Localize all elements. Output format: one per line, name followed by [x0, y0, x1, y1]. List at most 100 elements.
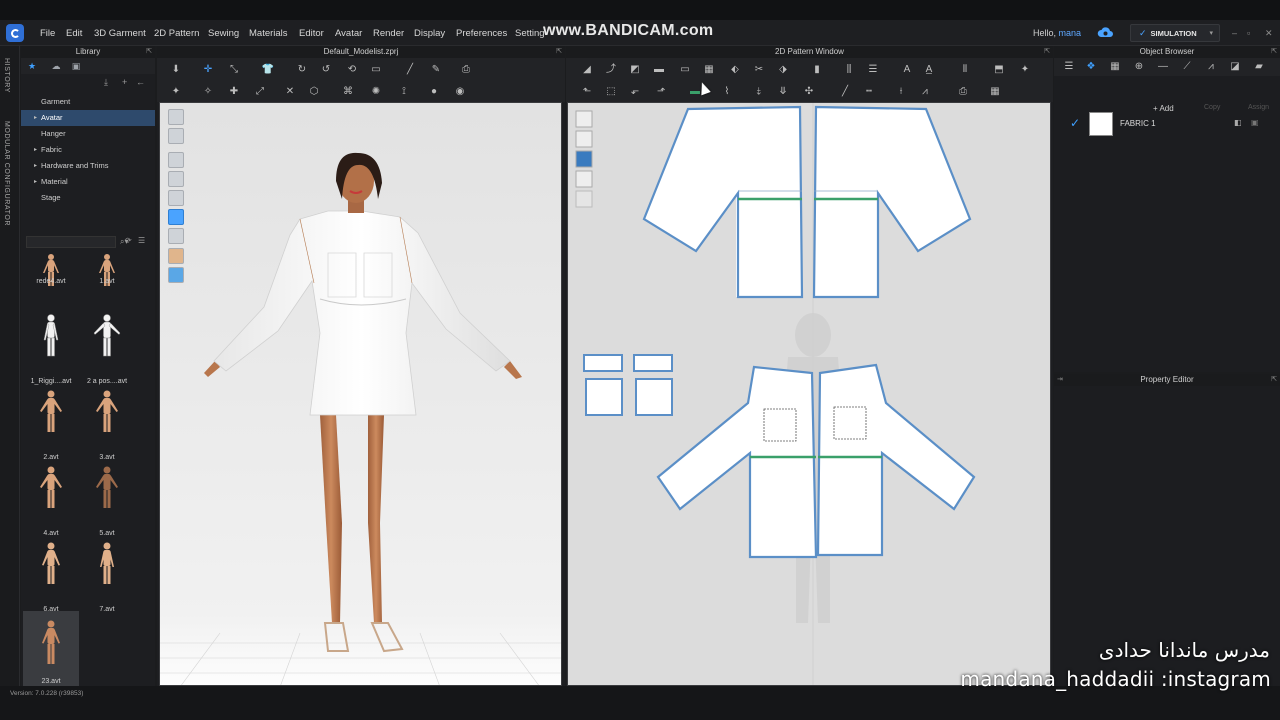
zigzag-tab-icon[interactable]: ⩘ [1204, 61, 1218, 73]
maximize-icon[interactable]: ▫ [1247, 28, 1250, 38]
menu-display[interactable]: Display [414, 28, 445, 39]
text-edit-icon[interactable]: A̲ [922, 64, 936, 76]
button-icon[interactable]: ⊕ [1132, 61, 1146, 73]
trim-tab-icon[interactable]: ◪ [1228, 61, 1242, 73]
cloud-icon[interactable] [1097, 26, 1113, 39]
add-icon[interactable]: + [122, 77, 127, 87]
view-list-icon[interactable]: ☰ [138, 236, 145, 245]
fabric-tab-icon[interactable]: ❖ [1084, 61, 1098, 73]
simulation-mode-button[interactable]: ✓ SIMULATION ▾ [1130, 24, 1220, 42]
lock-icon[interactable]: ▣ [71, 61, 81, 71]
check-icon[interactable]: ✓ [1070, 116, 1080, 130]
dart-icon[interactable]: ⬐ [628, 86, 642, 98]
pattern-arrange-icon[interactable]: ⬑ [580, 86, 594, 98]
trim-icon[interactable]: ⤋ [776, 86, 790, 98]
minimize-icon[interactable]: – [1232, 28, 1237, 38]
pattern-grid-icon[interactable]: ▦ [1108, 61, 1122, 73]
select-move-icon[interactable]: ⬇ [169, 64, 183, 76]
username[interactable]: mana [1059, 28, 1082, 38]
undock-icon[interactable]: ⇱ [1271, 374, 1277, 386]
download-icon[interactable]: ⤓ [104, 77, 108, 88]
avatar-thumbnail[interactable]: 6.avt [23, 539, 79, 613]
tree-item-hardware-and-trims[interactable]: ▸ Hardware and Trims [21, 158, 155, 174]
avatar-thumbnail[interactable]: 3.avt [79, 387, 135, 461]
expand-arrow-icon[interactable]: ▸ [34, 142, 37, 158]
avatar-thumbnail[interactable]: 5.avt [79, 463, 135, 537]
arrangement-icon[interactable]: ✧ [201, 86, 215, 98]
avatar-pose-icon[interactable]: ✦ [169, 86, 183, 98]
elastic-icon[interactable]: ⫼ [842, 64, 856, 76]
garment-icon[interactable]: 👕 [261, 64, 275, 76]
camera-icon[interactable]: ⎙ [956, 86, 970, 98]
button-tool-icon[interactable]: ⬡ [307, 86, 321, 98]
fold-icon[interactable]: ⌇ [720, 86, 734, 98]
snapshot-icon[interactable]: ⎙ [459, 64, 473, 76]
topstitch-tab-icon[interactable]: ⟋ [1180, 61, 1194, 73]
tree-item-hanger[interactable]: Hanger [21, 126, 155, 142]
list-view-icon[interactable]: ☰ [1062, 61, 1076, 73]
menu-3d-garment[interactable]: 3D Garment [94, 28, 146, 39]
edit-point-icon[interactable]: ⤴ [604, 64, 618, 76]
fabric-list-item[interactable]: ✓ FABRIC 1 ◧ ▣ [1054, 110, 1280, 138]
fabric-edit-icon[interactable]: ◧ [1234, 118, 1242, 127]
text-icon[interactable]: A [900, 64, 914, 76]
undock-icon[interactable]: ⇱ [146, 46, 152, 58]
tack-icon[interactable]: ↻ [295, 64, 309, 76]
menu-edit[interactable]: Edit [66, 28, 82, 39]
pin-icon[interactable]: ✕ [283, 86, 297, 98]
avatar-thumbnail[interactable]: 1_Riggi....avt [23, 311, 79, 385]
menu-sewing[interactable]: Sewing [208, 28, 239, 39]
internal-polygon-icon[interactable]: ▦ [702, 64, 716, 76]
menu-preferences[interactable]: Preferences [456, 28, 507, 39]
rectangle-icon[interactable]: ▬ [652, 64, 666, 76]
menu-render[interactable]: Render [373, 28, 404, 39]
topstitch-icon[interactable]: ✺ [369, 86, 383, 98]
transform-pattern-icon[interactable]: ◢ [580, 64, 594, 76]
line-icon[interactable]: ╱ [838, 86, 852, 98]
grading-icon[interactable]: ⫴ [958, 64, 972, 76]
menu-avatar[interactable]: Avatar [335, 28, 362, 39]
menu-materials[interactable]: Materials [249, 28, 288, 39]
measure-icon[interactable]: ⟊ [894, 86, 908, 98]
fit-icon[interactable]: ⤢ [253, 86, 267, 98]
puckering-icon[interactable]: ● [427, 86, 441, 98]
line-tab-icon[interactable]: — [1156, 61, 1170, 73]
grid-icon[interactable]: ▦ [988, 86, 1002, 98]
fabric-delete-icon[interactable]: ▣ [1251, 118, 1259, 127]
symmetry-icon[interactable]: ⬒ [992, 64, 1006, 76]
undock-icon[interactable]: ⇱ [1044, 46, 1050, 58]
zipper-icon[interactable]: ⟟ [397, 86, 411, 98]
expand-arrow-icon[interactable]: ▸ [34, 110, 37, 126]
strengthen-icon[interactable]: ⟲ [345, 64, 359, 76]
brush-icon[interactable]: ✎ [429, 64, 443, 76]
history-tab[interactable]: HISTORY [3, 58, 10, 93]
undock-icon[interactable]: ⇱ [556, 46, 562, 58]
puckering-icon[interactable]: ⤈ [752, 86, 766, 98]
select-mesh-icon[interactable]: ✛ [201, 64, 215, 76]
tree-item-avatar[interactable]: ▸ Avatar [21, 110, 155, 126]
tree-item-material[interactable]: ▸ Material [21, 174, 155, 190]
2d-pattern-viewport[interactable] [567, 102, 1051, 686]
clo-logo-icon[interactable] [6, 24, 24, 42]
expand-arrow-icon[interactable]: ▸ [34, 158, 37, 174]
fabric-swatch[interactable] [1089, 112, 1113, 136]
modular-configurator-tab[interactable]: MODULAR CONFIGURATOR [3, 121, 10, 226]
refresh-icon[interactable]: ⟳ [125, 236, 132, 245]
free-sewing-icon[interactable]: ⬗ [776, 64, 790, 76]
menu-setting[interactable]: Setting [515, 28, 545, 39]
pin-tool-icon[interactable]: ✦ [1018, 64, 1032, 76]
notch-icon[interactable]: ⬚ [604, 86, 618, 98]
arrange-point-icon[interactable]: ✚ [227, 86, 241, 98]
menu-editor[interactable]: Editor [299, 28, 324, 39]
pin-box-icon[interactable]: ▭ [369, 64, 383, 76]
transform-icon[interactable]: ⤡ [227, 64, 241, 76]
menu-2d-pattern[interactable]: 2D Pattern [154, 28, 199, 39]
pin-panel-icon[interactable]: ⇥ [1057, 374, 1063, 386]
undock-icon[interactable]: ⇱ [1271, 46, 1277, 58]
edit-curve-icon[interactable]: ◩ [628, 64, 642, 76]
pattern-pieces-canvas[interactable] [568, 103, 1051, 686]
shirring-icon[interactable]: ☰ [866, 64, 880, 76]
tree-item-stage[interactable]: Stage [21, 190, 155, 206]
segment-sewing-icon[interactable]: ✂ [752, 64, 766, 76]
menu-file[interactable]: File [40, 28, 55, 39]
